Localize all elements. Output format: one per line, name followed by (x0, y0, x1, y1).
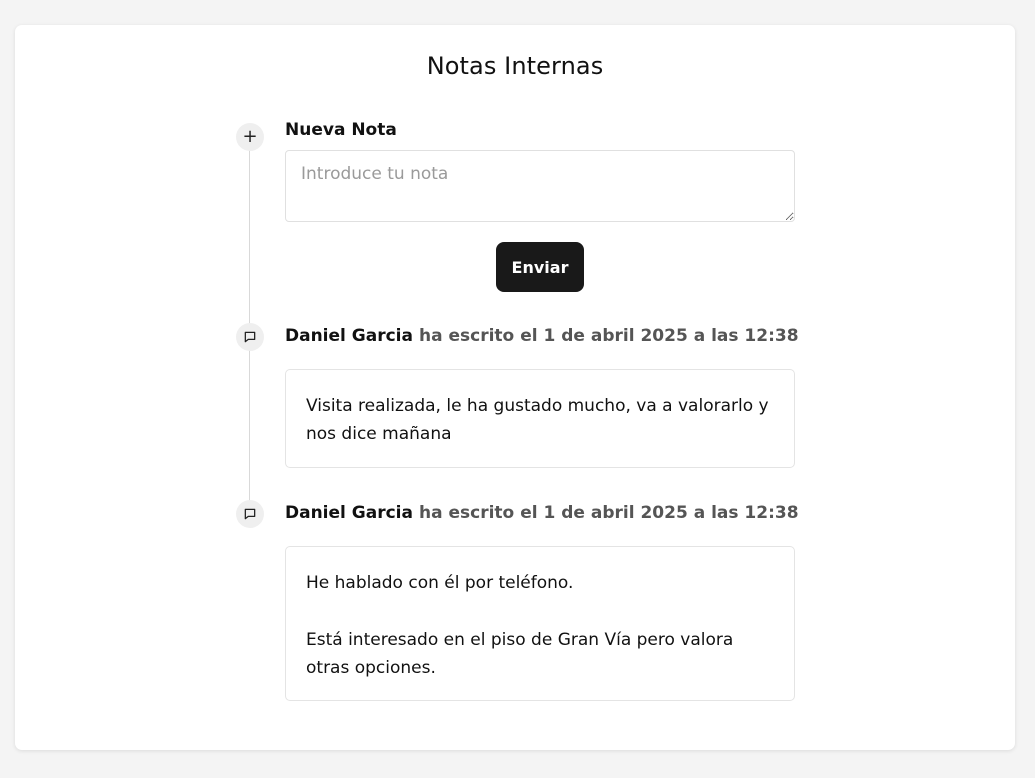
message-square-icon (236, 500, 264, 528)
note-header: Daniel Garcia ha escrito el 1 de abril 202… (285, 503, 799, 523)
note-date: el 1 de abril 2025 a las 12:38 (520, 503, 799, 523)
plus-icon: + (236, 123, 264, 151)
send-button[interactable]: Enviar (496, 242, 584, 292)
note-action: ha escrito (418, 326, 515, 346)
note-paragraph: He hablado con él por teléfono. (306, 573, 574, 593)
note-author: Daniel Garcia (285, 503, 413, 523)
note-content: He hablado con él por teléfono. Está int… (285, 546, 795, 701)
notes-card: Notas Internas + Nueva Nota Enviar Danie… (15, 25, 1015, 750)
note-content: Visita realizada, le ha gustado mucho, v… (285, 369, 795, 468)
note-action: ha escrito (418, 503, 515, 523)
note-author: Daniel Garcia (285, 326, 413, 346)
message-square-icon (236, 323, 264, 351)
note-header: Daniel Garcia ha escrito el 1 de abril 202… (285, 326, 799, 346)
new-note-input[interactable] (285, 150, 795, 222)
note-paragraph: Visita realizada, le ha gustado mucho, v… (306, 396, 769, 444)
note-paragraph: Está interesado en el piso de Gran Vía p… (306, 630, 734, 678)
page-title: Notas Internas (426, 52, 604, 80)
new-note-label: Nueva Nota (285, 120, 397, 140)
note-date: el 1 de abril 2025 a las 12:38 (520, 326, 799, 346)
